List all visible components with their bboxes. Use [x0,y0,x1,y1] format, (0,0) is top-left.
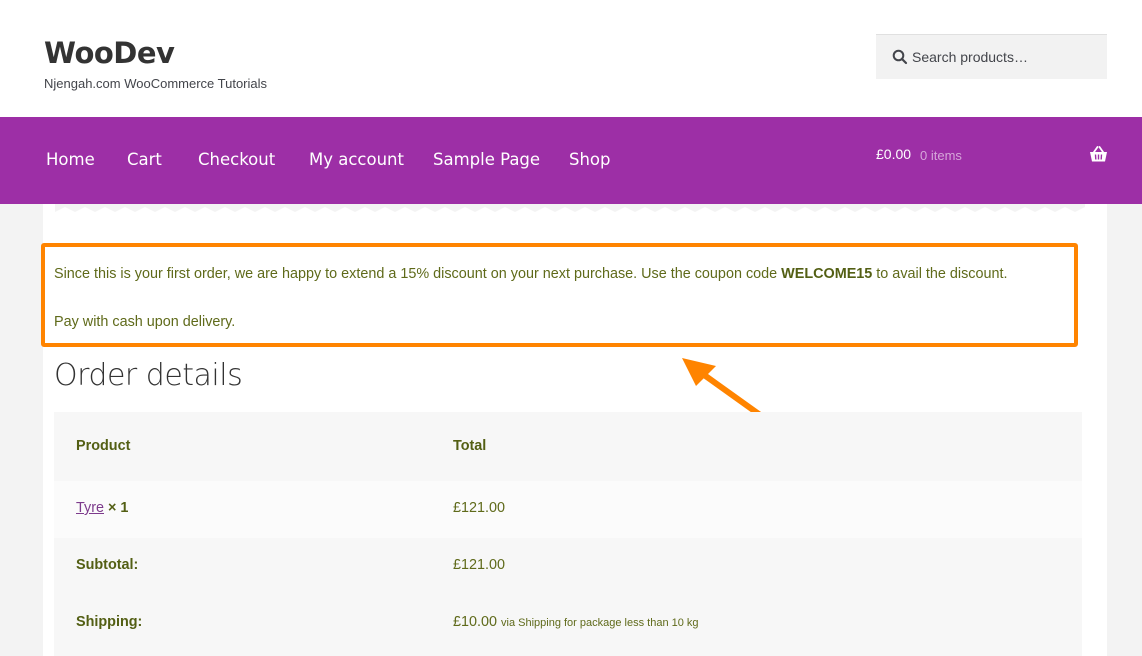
column-header-product: Product [76,438,131,454]
discount-notice: Since this is your first order, we are h… [54,266,1008,282]
subtotal-label: Subtotal: [76,557,139,573]
basket-icon[interactable] [1089,146,1108,163]
search-form [876,34,1107,79]
discount-notice-text: Since this is your first order, we are h… [54,266,782,282]
table-row: Tyre × 1 £121.00 [54,481,1082,538]
zigzag-divider [55,204,1085,212]
cart-amount[interactable]: £0.00 [876,146,911,162]
nav-item-sample-page[interactable]: Sample Page [433,150,540,169]
discount-notice-suffix: to avail the discount. [872,266,1008,282]
shipping-value-cell: £10.00 via Shipping for package less tha… [453,614,699,630]
search-input[interactable] [912,35,1102,79]
product-quantity: × 1 [108,500,129,516]
nav-item-my-account[interactable]: My account [309,150,404,169]
nav-item-cart[interactable]: Cart [127,150,162,169]
site-description: Njengah.com WooCommerce Tutorials [44,76,268,91]
cart-count[interactable]: 0 items [920,148,962,163]
shipping-method-note: via Shipping for package less than 10 kg [501,617,699,629]
nav-item-checkout[interactable]: Checkout [198,150,275,169]
table-header-row: Product Total [54,412,1082,481]
site-title[interactable]: WooDev [44,36,175,70]
product-total: £121.00 [453,500,506,516]
table-row: Shipping: £10.00 via Shipping for packag… [54,595,1082,656]
column-header-total: Total [453,438,487,454]
search-icon[interactable] [892,49,908,65]
table-row: Subtotal: £121.00 [54,538,1082,595]
shipping-value: £10.00 [453,614,498,630]
payment-method-note: Pay with cash upon delivery. [54,314,236,330]
shipping-label: Shipping: [76,614,143,630]
product-cell: Tyre × 1 [76,500,128,516]
nav-item-home[interactable]: Home [46,150,95,169]
subtotal-value: £121.00 [453,557,506,573]
highlight-frame [41,243,1078,347]
site-header: WooDev Njengah.com WooCommerce Tutorials [0,0,1142,117]
product-link[interactable]: Tyre [76,500,104,516]
primary-navigation: Home Cart Checkout My account Sample Pag… [0,117,1142,204]
nav-item-shop[interactable]: Shop [569,150,611,169]
coupon-code: WELCOME15 [781,266,873,282]
order-details-title: Order details [54,358,243,393]
